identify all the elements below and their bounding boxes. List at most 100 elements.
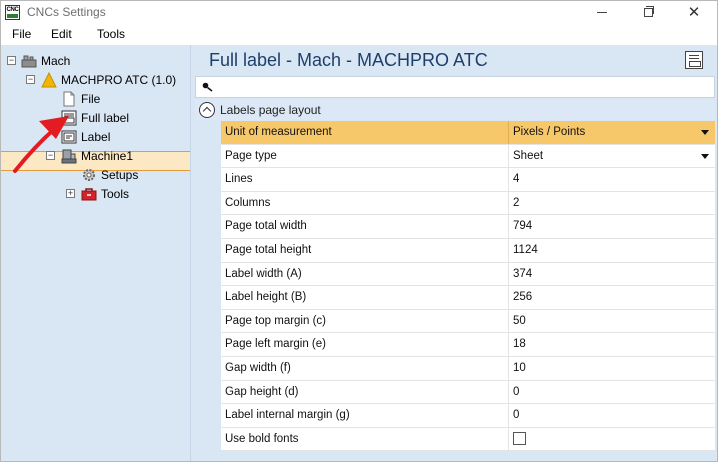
menu-tools[interactable]: Tools [97,27,125,41]
property-row[interactable]: Use bold fonts [221,427,715,452]
column-divider [508,333,509,356]
column-divider [508,168,509,191]
property-value[interactable]: 2 [513,197,519,209]
page-title: Full label - Mach - MACHPRO ATC [209,50,488,70]
property-label: Use bold fonts [225,432,299,445]
tree-item-file[interactable]: File [61,90,100,108]
app-logo-icon: CNC [5,5,20,20]
document-icon [61,91,77,107]
property-row[interactable]: Columns 2 [221,191,715,216]
menu-file[interactable]: File [12,27,31,41]
property-label: Gap height (d) [225,385,299,398]
column-divider [508,404,509,427]
property-label: Page total height [225,243,312,256]
tree-item-label-node[interactable]: Label [61,128,110,146]
app-window: CNC CNCs Settings ✕ File Edit Tools − Ma… [0,0,718,462]
property-row[interactable]: Page total height 1124 [221,238,715,263]
content-panel: Full label - Mach - MACHPRO ATC Labels p… [195,45,717,461]
key-search-icon [202,82,213,92]
group-title: Labels page layout [220,103,321,117]
tree-expand-toggle-tools[interactable]: + [66,189,75,198]
property-row[interactable]: Label internal margin (g) 0 [221,404,715,428]
close-button[interactable]: ✕ [671,1,717,24]
tree-collapse-toggle-machine[interactable]: − [26,75,35,84]
gear-icon [81,167,97,183]
column-divider [508,262,509,286]
window-title: CNCs Settings [27,5,106,19]
property-row[interactable]: Gap width (f) 10 [221,356,715,381]
tree-item-machine1[interactable]: Machine1 [61,147,133,165]
property-label: Page type [225,149,277,162]
property-value[interactable]: Sheet [513,150,543,162]
property-value[interactable]: 794 [513,220,532,232]
property-row[interactable]: Label height (B) 256 [221,286,715,310]
tree-item-label: Label [81,130,111,144]
property-value[interactable]: 18 [513,338,526,350]
property-label: Columns [225,196,271,209]
property-value[interactable]: 0 [513,409,519,421]
menu-bar: File Edit Tools [1,24,717,43]
tree-item-full-label[interactable]: Full label [61,109,129,127]
group-header-labels-page-layout[interactable]: Labels page layout [195,100,715,120]
column-divider [508,238,509,262]
tree-collapse-toggle-mach[interactable]: − [7,56,16,65]
property-row[interactable]: Lines 4 [221,168,715,192]
column-divider [508,144,509,168]
property-label: Gap width (f) [225,361,291,374]
column-divider [508,121,509,144]
tree-collapse-toggle-machine1[interactable]: − [46,151,55,160]
close-icon: ✕ [687,4,701,21]
dropdown-arrow-icon[interactable] [701,130,709,135]
property-label: Page left margin (e) [225,338,326,351]
restore-icon [643,6,654,17]
minimize-icon [597,12,607,13]
search-input[interactable] [218,79,708,95]
column-divider [508,356,509,380]
app-logo-text: CNC [6,7,19,13]
menu-edit[interactable]: Edit [51,27,72,41]
search-bar [195,76,715,98]
property-row[interactable]: Page type Sheet [221,144,715,169]
tree-item-label: File [81,92,101,106]
property-value[interactable]: Pixels / Points [513,126,585,138]
tree-item-label: Full label [81,111,130,125]
tree-item-mach[interactable]: Mach [21,52,70,70]
property-row[interactable]: Page total width 794 [221,215,715,239]
collapse-group-icon[interactable] [199,102,215,118]
property-label: Label internal margin (g) [225,409,350,422]
column-divider [508,191,509,215]
property-value[interactable]: 374 [513,268,532,280]
property-row[interactable]: Unit of measurement Pixels / Points [221,121,715,145]
property-label: Lines [225,173,253,186]
use-bold-fonts-checkbox[interactable] [513,431,526,445]
property-value[interactable]: 4 [513,173,519,185]
property-label: Unit of measurement [225,126,332,138]
property-value[interactable]: 256 [513,291,532,303]
property-row[interactable]: Page top margin (c) 50 [221,309,715,334]
machine-group-icon [21,53,37,69]
property-row[interactable]: Page left margin (e) 18 [221,333,715,357]
property-value[interactable]: 1124 [513,244,538,256]
tree-item-tools[interactable]: Tools [81,185,129,203]
tree-item-label: MACHPRO ATC (1.0) [61,73,177,87]
tree-item-label: Mach [41,54,71,68]
full-label-icon [61,110,77,126]
tree-item-machpro-atc[interactable]: MACHPRO ATC (1.0) [41,71,176,89]
property-label: Page top margin (c) [225,314,326,327]
property-row[interactable]: Gap height (d) 0 [221,380,715,405]
tree-item-setups[interactable]: Setups [81,166,138,184]
settings-tree: − Mach − MACHPRO ATC (1.0) File Full lab… [1,45,190,461]
label-icon [61,129,77,145]
dropdown-arrow-icon[interactable] [701,153,709,159]
minimize-button[interactable] [579,1,625,24]
property-value[interactable]: 0 [513,386,519,398]
tree-item-label: Setups [101,168,139,182]
property-value[interactable]: 10 [513,362,526,374]
property-label: Label height (B) [225,291,307,304]
layout-view-icon[interactable] [685,51,703,69]
column-divider [508,427,509,451]
property-label: Page total width [225,220,307,233]
property-value[interactable]: 50 [513,315,526,327]
maximize-button[interactable] [625,1,671,24]
property-row[interactable]: Label width (A) 374 [221,262,715,287]
